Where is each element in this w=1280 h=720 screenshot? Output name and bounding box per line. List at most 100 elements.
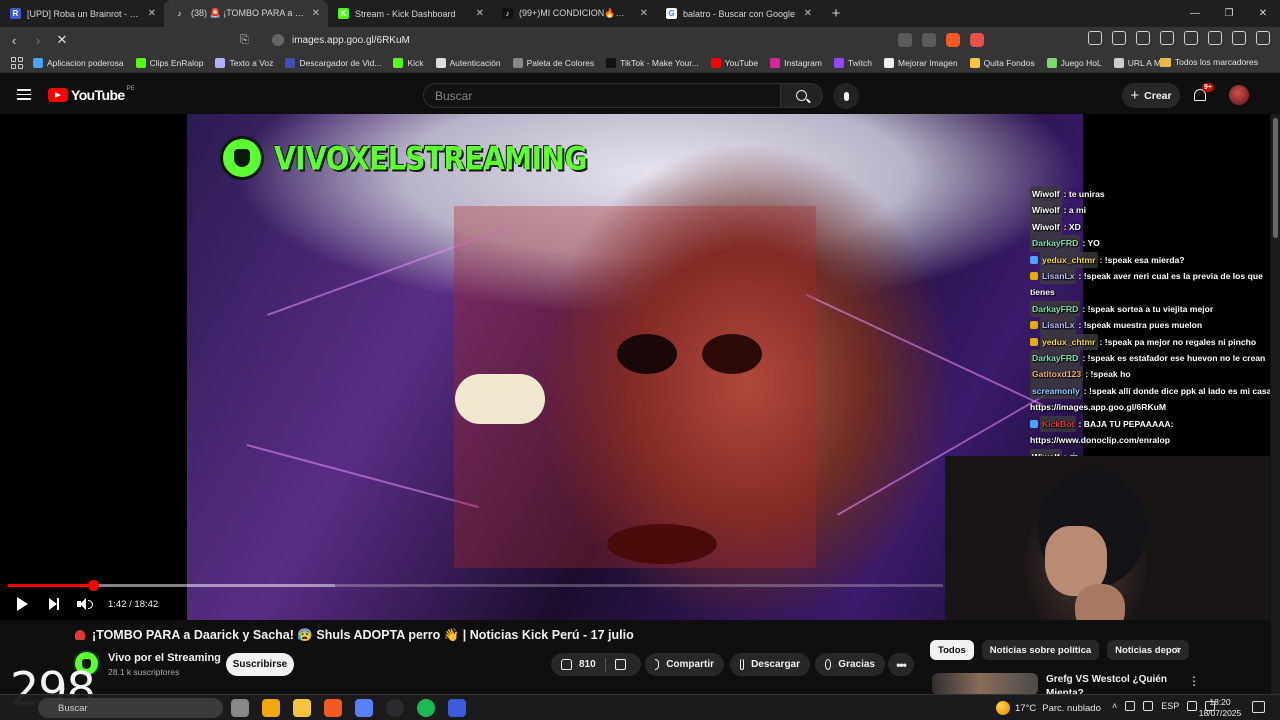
bookmark-item[interactable]: Instagram bbox=[770, 57, 822, 68]
bookmark-item[interactable]: YouTube bbox=[710, 57, 758, 68]
bookmark-item[interactable]: Twitch bbox=[833, 57, 872, 68]
file-explorer-icon[interactable] bbox=[293, 699, 311, 717]
account-avatar[interactable] bbox=[1229, 85, 1249, 105]
wallet-icon[interactable] bbox=[1184, 31, 1198, 45]
voice-search-button[interactable] bbox=[833, 83, 859, 109]
hamburger-menu-icon[interactable] bbox=[17, 89, 31, 100]
close-window-icon[interactable]: ✕ bbox=[1246, 0, 1280, 27]
play-icon[interactable] bbox=[17, 597, 28, 611]
site-info-icon[interactable] bbox=[272, 34, 284, 46]
url-field[interactable]: ⎘ images.app.goo.gl/6RKuM bbox=[240, 30, 880, 50]
tab-close-icon[interactable]: ✕ bbox=[148, 8, 156, 19]
taskbar-clock[interactable]: 18:20 18/07/2025 bbox=[1198, 697, 1242, 719]
input-language[interactable]: ESP bbox=[1161, 701, 1179, 711]
url-text[interactable]: images.app.goo.gl/6RKuM bbox=[292, 35, 410, 46]
tray-app-icon[interactable] bbox=[1143, 701, 1154, 711]
bookmark-item[interactable]: Mejorar Imagen bbox=[884, 57, 958, 68]
notification-center-icon[interactable] bbox=[1252, 701, 1265, 713]
share-button[interactable]: Compartir bbox=[645, 653, 724, 676]
bookmark-item[interactable]: Juego HoL bbox=[1046, 57, 1102, 68]
youtube-logo[interactable]: YouTube PE bbox=[48, 86, 135, 103]
tab-close-icon[interactable]: ✕ bbox=[312, 8, 320, 19]
screenshot-icon[interactable] bbox=[1112, 31, 1126, 45]
share-page-icon[interactable] bbox=[922, 33, 936, 47]
new-tab-button[interactable]: + bbox=[824, 2, 848, 26]
thanks-button[interactable]: Gracias bbox=[815, 653, 885, 676]
tray-chevron-icon[interactable]: ˄ bbox=[1112, 701, 1117, 711]
all-bookmarks-folder[interactable]: Todos los marcadores bbox=[1159, 57, 1258, 67]
wifi-icon[interactable] bbox=[1187, 701, 1198, 711]
chat-badge-icon bbox=[1030, 419, 1038, 428]
weather-widget[interactable]: 17°C Parc. nublado bbox=[996, 701, 1107, 715]
recommended-more-icon[interactable]: ⋮ bbox=[1188, 674, 1200, 688]
tab-close-icon[interactable]: ✕ bbox=[804, 8, 812, 19]
bookmark-item[interactable]: Autenticación bbox=[435, 57, 501, 68]
progress-bar[interactable] bbox=[8, 580, 943, 591]
tab-close-icon[interactable]: ✕ bbox=[476, 8, 484, 19]
subscribe-button[interactable]: Suscribirse bbox=[226, 653, 294, 676]
create-button[interactable]: + Crear bbox=[1122, 83, 1180, 108]
forward-icon[interactable]: › bbox=[28, 30, 48, 50]
chat-message: LisanLx: !speak aver neri cual es la pre… bbox=[1030, 268, 1270, 301]
download-button[interactable]: Descargar bbox=[730, 653, 810, 676]
tray-app-icon[interactable] bbox=[1125, 701, 1136, 711]
brave-browser-icon[interactable] bbox=[324, 699, 342, 717]
like-count[interactable]: 810 bbox=[579, 659, 596, 670]
leo-ai-icon[interactable] bbox=[1208, 31, 1222, 45]
sidebar-toggle-icon[interactable] bbox=[1160, 31, 1174, 45]
media-icon[interactable] bbox=[1136, 31, 1150, 45]
taskbar-search[interactable]: Buscar bbox=[38, 698, 223, 718]
chips-next-icon[interactable]: › bbox=[1176, 644, 1180, 656]
search-button[interactable] bbox=[781, 83, 823, 108]
bookmark-item[interactable]: TikTok - Make Your... bbox=[606, 57, 699, 68]
extension-icon[interactable] bbox=[1088, 31, 1102, 45]
cast-icon[interactable] bbox=[898, 33, 912, 47]
video-player[interactable]: VIVOXELSTREAMING Wiwolf: te uniras Wiwolf… bbox=[0, 114, 1270, 620]
browser-tab[interactable]: Gbalatro - Buscar con Google ✕ bbox=[656, 0, 820, 27]
apps-grid-icon[interactable] bbox=[11, 56, 23, 69]
recommended-thumbnail[interactable] bbox=[932, 673, 1038, 695]
bookmark-item[interactable]: Aplicacion poderosa bbox=[33, 57, 124, 68]
like-icon[interactable] bbox=[561, 659, 572, 670]
browser-tab[interactable]: ♪ (38) 🚨 ¡TOMBO PARA a Daarick ✕ bbox=[164, 0, 328, 27]
app-icon[interactable] bbox=[448, 699, 466, 717]
browser-tab[interactable]: R [UPD] Roba un Brainrot - Roblox ✕ bbox=[0, 0, 164, 27]
back-icon[interactable]: ‹ bbox=[4, 30, 24, 50]
browser-tab[interactable]: ♪ (99+)MI CONDICION🔥🔥 #fyp # ✕ bbox=[492, 0, 656, 27]
scrubber-handle[interactable] bbox=[87, 580, 99, 591]
super-thanks-icon bbox=[825, 659, 832, 670]
bookmark-item[interactable]: Kick bbox=[393, 57, 424, 68]
dislike-icon[interactable] bbox=[614, 659, 626, 670]
discord-icon[interactable] bbox=[355, 699, 373, 717]
volume-icon[interactable] bbox=[77, 598, 93, 610]
more-icon: ••• bbox=[896, 657, 907, 672]
next-icon[interactable] bbox=[49, 598, 59, 610]
time-display: 1:42 / 18:42 bbox=[108, 598, 159, 610]
minimize-icon[interactable]: — bbox=[1178, 0, 1212, 27]
vpn-icon[interactable] bbox=[1232, 31, 1246, 45]
brave-shields-icon[interactable] bbox=[946, 33, 960, 47]
bookmark-item[interactable]: Paleta de Colores bbox=[512, 57, 594, 68]
obs-icon[interactable] bbox=[386, 699, 404, 717]
bookmark-icon[interactable]: ⎘ bbox=[240, 34, 254, 47]
filter-chip[interactable]: Todos bbox=[930, 640, 974, 660]
stop-loading-icon[interactable]: ✕ bbox=[52, 30, 72, 50]
task-view-icon[interactable] bbox=[231, 699, 249, 717]
bookmark-item[interactable]: Texto a Voz bbox=[215, 57, 273, 68]
page-scrollbar[interactable] bbox=[1271, 114, 1280, 694]
bookmark-item[interactable]: Descargador de Vid... bbox=[285, 57, 381, 68]
filter-chip[interactable]: Noticias sobre política bbox=[981, 640, 1100, 660]
browser-tab[interactable]: K Stream - Kick Dashboard ✕ bbox=[328, 0, 492, 27]
channel-name[interactable]: Vivo por el Streaming bbox=[108, 652, 221, 664]
restore-icon[interactable]: ❐ bbox=[1212, 0, 1246, 27]
bookmark-item[interactable]: Quita Fondos bbox=[969, 57, 1035, 68]
search-input[interactable]: Buscar bbox=[423, 83, 781, 108]
bookmark-item[interactable]: Clips EnRalop bbox=[135, 57, 203, 68]
tab-close-icon[interactable]: ✕ bbox=[640, 8, 648, 19]
create-label: Crear bbox=[1144, 89, 1172, 102]
spotify-icon[interactable] bbox=[417, 699, 435, 717]
more-actions-button[interactable]: ••• bbox=[888, 653, 914, 676]
brave-rewards-icon[interactable] bbox=[970, 33, 984, 47]
store-icon[interactable] bbox=[262, 699, 280, 717]
menu-icon[interactable] bbox=[1256, 31, 1270, 45]
